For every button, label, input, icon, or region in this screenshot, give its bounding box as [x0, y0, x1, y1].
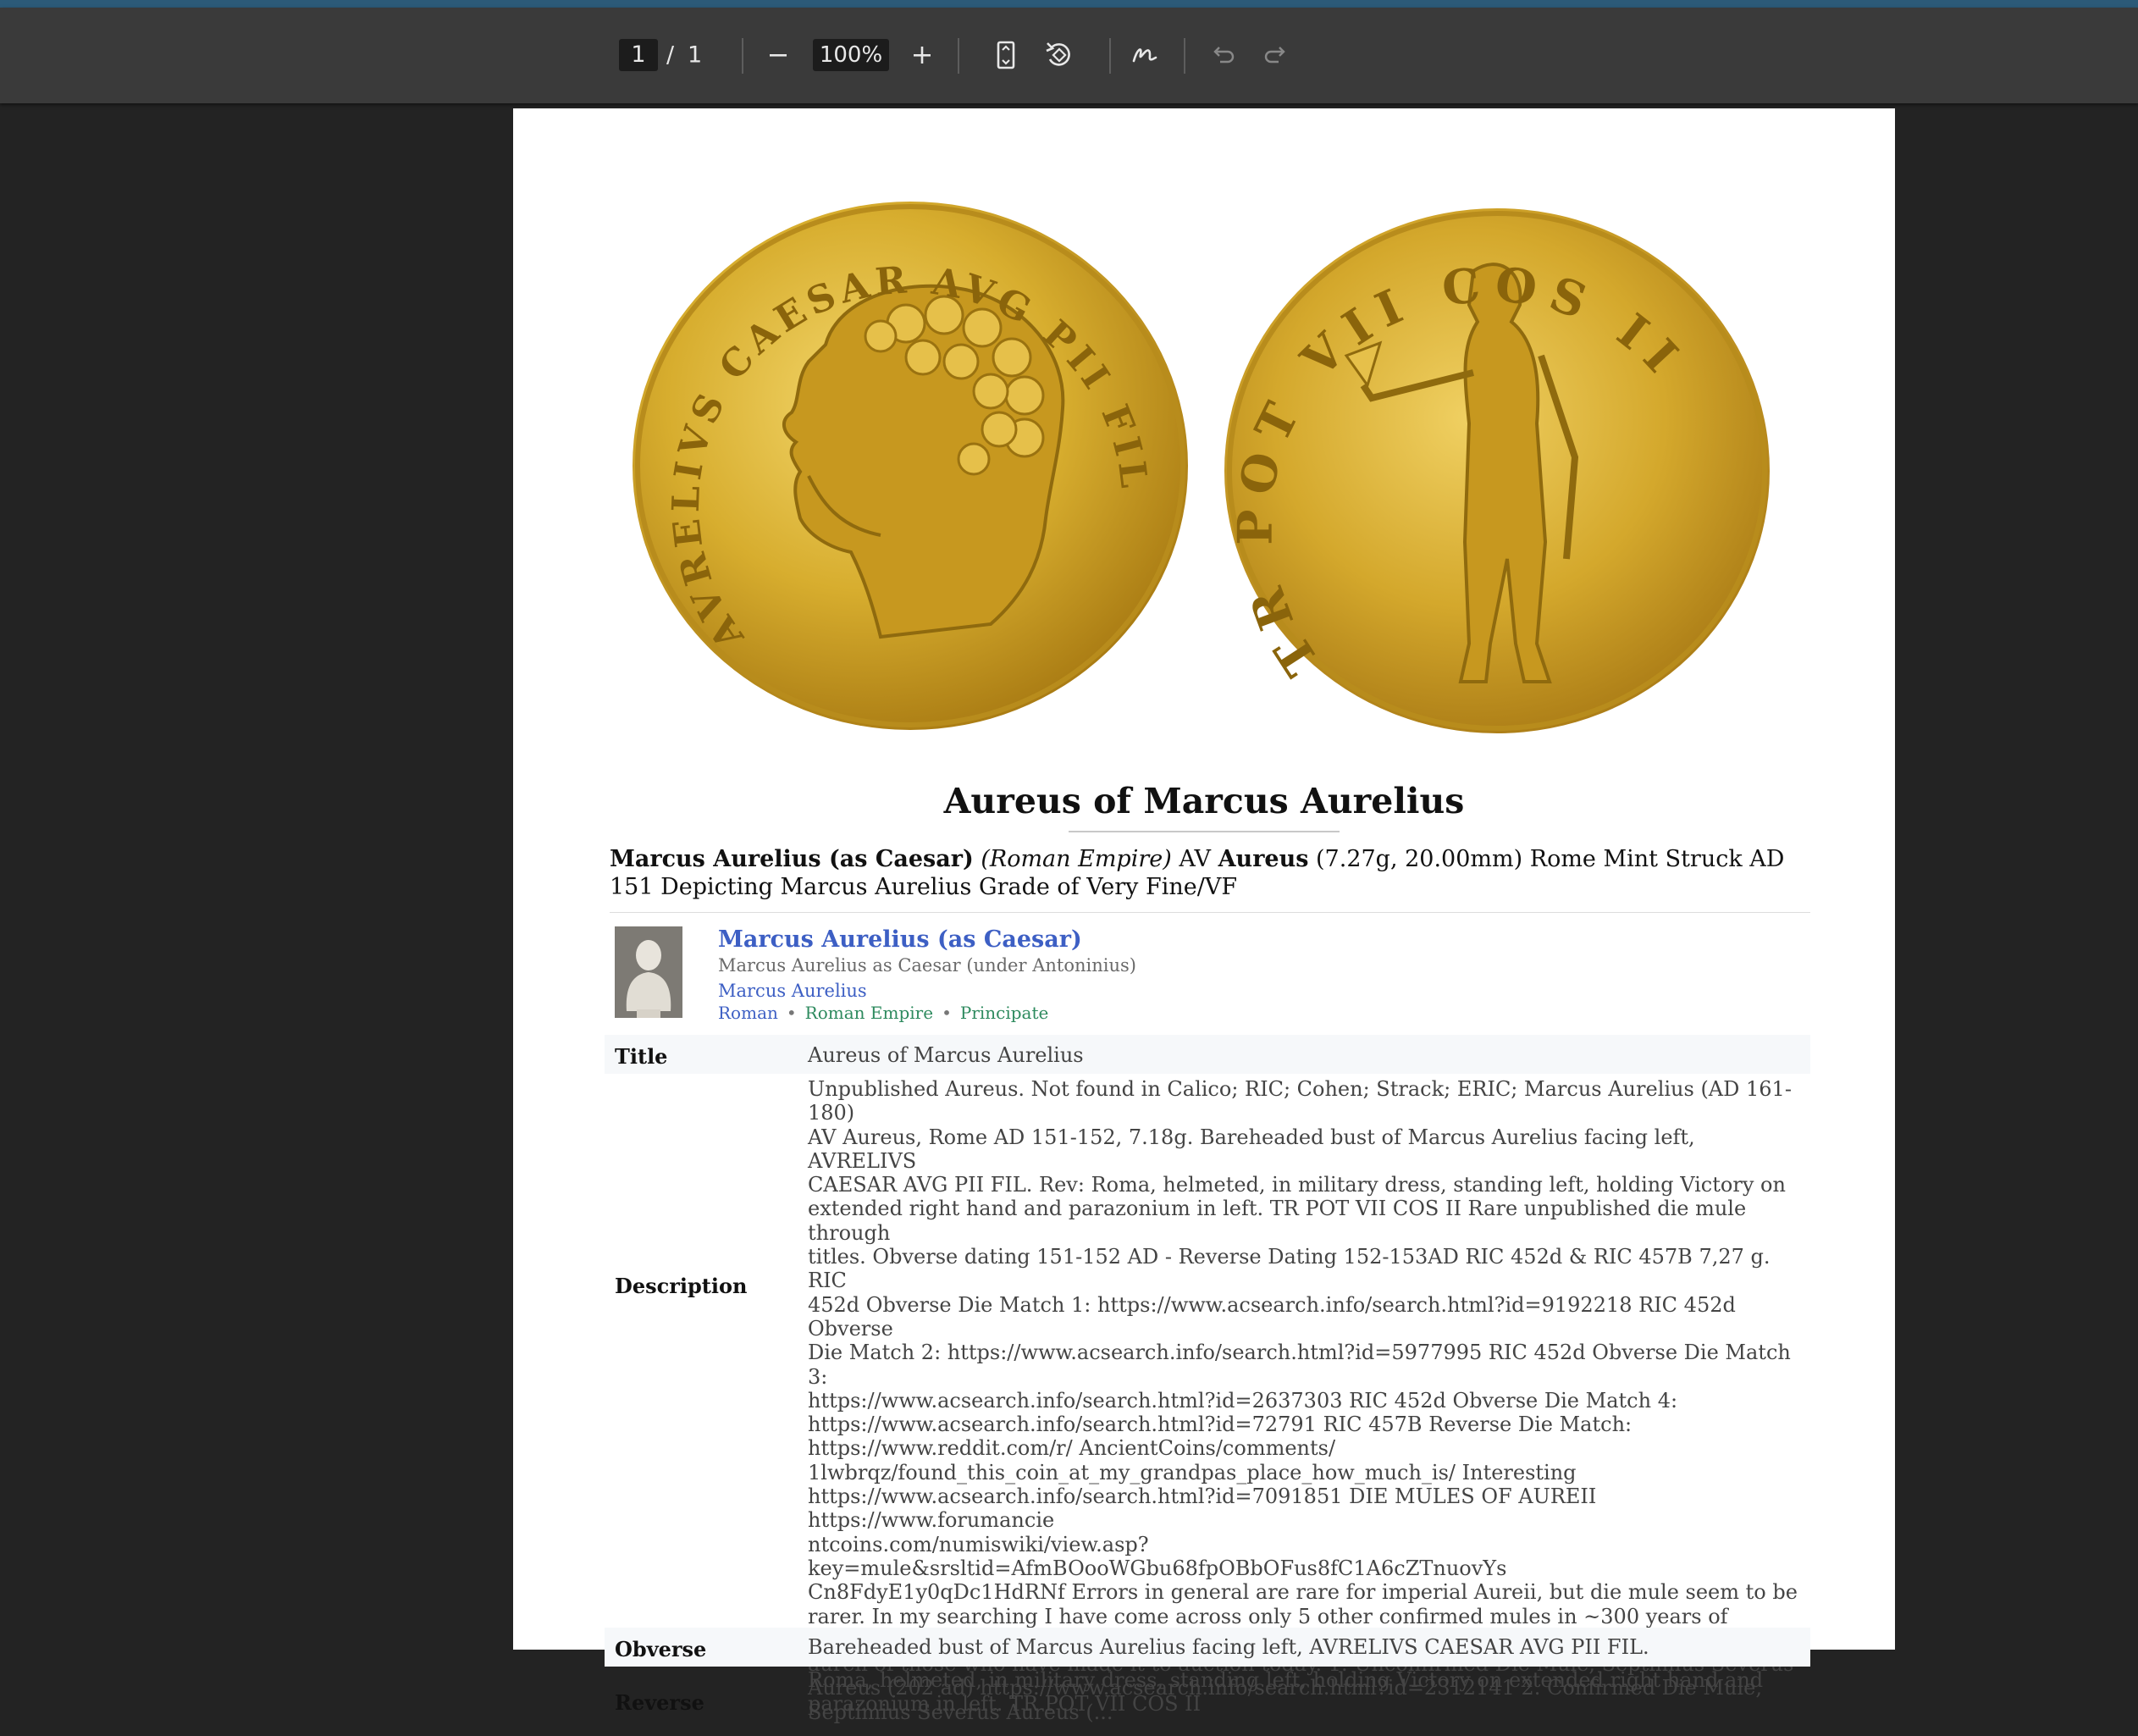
tag-principate[interactable]: Principate — [960, 1003, 1049, 1023]
coin-obverse-image: AVRELIVS CAESAR AVG PII FIL — [633, 202, 1188, 730]
field-label-description: Description — [615, 1274, 748, 1298]
reverse-line: Roma, helmeted, in military dress, stand… — [808, 1668, 1764, 1692]
coin-title: Aureus of Marcus Aurelius — [943, 781, 1465, 821]
toolbar-divider — [1109, 38, 1111, 74]
toolbar-divider — [1184, 38, 1185, 74]
draw-icon — [1132, 48, 1157, 63]
toolbar-divider — [742, 38, 743, 74]
undo-icon — [1213, 47, 1235, 64]
ruler-subtitle: Marcus Aurelius as Caesar (under Antonin… — [718, 955, 1136, 976]
description-line: Die Match 2: https://www.acsearch.info/s… — [808, 1341, 1791, 1389]
draw-button[interactable] — [1124, 34, 1166, 76]
window-accent-bar — [0, 0, 2138, 8]
ruler-page-link[interactable]: Marcus Aurelius — [718, 981, 867, 1001]
description-line: https://www.acsearch.info/search.html?id… — [808, 1484, 1597, 1533]
page-total: 1 — [688, 41, 703, 69]
field-row-description: Description Unpublished Aureus. Not foun… — [605, 1075, 1810, 1724]
ruler-tags: Roman • Roman Empire • Principate — [718, 1003, 1048, 1023]
undo-button[interactable] — [1202, 34, 1244, 76]
ruler-bust-thumbnail[interactable] — [615, 926, 682, 1018]
summary-metal: AV — [1171, 846, 1218, 872]
field-value-title: Aureus of Marcus Aurelius — [808, 1043, 1084, 1067]
tag-separator: • — [786, 1003, 797, 1023]
title-divider — [1069, 831, 1340, 832]
rotate-button[interactable] — [1038, 34, 1080, 76]
tag-roman[interactable]: Roman — [718, 1003, 778, 1023]
coin-reverse-image: TR POT VII COS II — [1224, 208, 1770, 733]
toolbar-divider — [958, 38, 959, 74]
description-line: ntcoins.com/numiswiki/view.asp?key=mule&… — [808, 1532, 1507, 1580]
fit-to-page-button[interactable] — [985, 34, 1027, 76]
description-line: CAESAR AVG PII FIL. Rev: Roma, helmeted,… — [808, 1173, 1786, 1197]
ruler-name-link[interactable]: Marcus Aurelius (as Caesar) — [718, 926, 1082, 953]
zoom-in-button[interactable] — [901, 34, 943, 76]
rotate-icon — [1046, 42, 1070, 66]
reverse-line: parazonium in left. TR POT VII COS II — [808, 1692, 1202, 1717]
plus-icon — [914, 47, 931, 64]
summary-ruler: Marcus Aurelius (as Caesar) — [610, 846, 974, 872]
description-line: https://www.acsearch.info/search.html?id… — [808, 1413, 1633, 1437]
field-label-reverse: Reverse — [615, 1690, 704, 1715]
description-line: AV Aureus, Rome AD 151-152, 7.18g. Bareh… — [808, 1125, 1695, 1173]
field-row-obverse: Obverse Bareheaded bust of Marcus Aureli… — [605, 1628, 1810, 1667]
description-line: extended right hand and parazonium in le… — [808, 1197, 1747, 1245]
description-line: https://www.reddit.com/r/ AncientCoins/c… — [808, 1436, 1336, 1461]
zoom-level-input[interactable]: 100% — [813, 39, 889, 71]
coin-summary: Marcus Aurelius (as Caesar) (Roman Empir… — [610, 845, 1804, 901]
page-separator: / — [666, 41, 675, 69]
field-value-reverse: Roma, helmeted, in military dress, stand… — [808, 1668, 1807, 1717]
summary-denomination: Aureus — [1218, 846, 1309, 872]
minus-icon — [770, 54, 787, 57]
description-line: Cn8FdyE1y0qDc1HdRNf Errors in general ar… — [808, 1580, 1798, 1605]
field-label-obverse: Obverse — [615, 1637, 707, 1661]
fit-page-icon — [997, 41, 1015, 69]
description-line: Unpublished Aureus. Not found in Calico;… — [808, 1077, 1792, 1125]
pdf-toolbar: 1 / 1 100% — [0, 8, 2138, 103]
summary-empire: (Roman Empire) — [981, 846, 1172, 872]
page-number-input[interactable]: 1 — [619, 39, 658, 71]
redo-button[interactable] — [1255, 34, 1297, 76]
description-line: https://www.acsearch.info/search.html?id… — [808, 1388, 1678, 1413]
pdf-page: AVRELIVS CAESAR AVG PII FIL TR POT VII C… — [513, 108, 1895, 1724]
tag-roman-empire[interactable]: Roman Empire — [805, 1003, 933, 1023]
redo-icon — [1264, 47, 1285, 64]
field-row-title: Title Aureus of Marcus Aurelius — [605, 1035, 1810, 1074]
tag-separator: • — [942, 1003, 952, 1023]
description-line: 1lwbrqz/found_this_coin_at_my_grandpas_p… — [808, 1460, 1577, 1484]
field-value-obverse: Bareheaded bust of Marcus Aurelius facin… — [808, 1635, 1649, 1659]
description-line: 452d Obverse Die Match 1: https://www.ac… — [808, 1292, 1736, 1341]
description-line: titles. Obverse dating 151-152 AD - Reve… — [808, 1245, 1771, 1293]
field-row-reverse: Reverse Roma, helmeted, in military dres… — [605, 1668, 1810, 1736]
summary-divider — [610, 912, 1810, 913]
field-label-title: Title — [615, 1044, 668, 1069]
zoom-out-button[interactable] — [757, 34, 799, 76]
